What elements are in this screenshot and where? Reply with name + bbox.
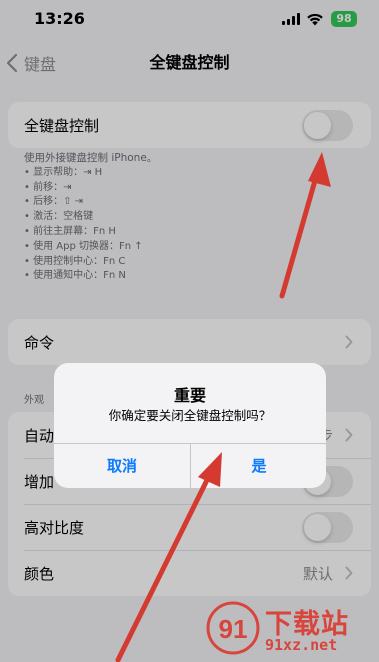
brand-url: 91xz.net <box>265 636 338 654</box>
annotation-arrows <box>115 152 331 662</box>
brand-logo-icon: 91 <box>206 601 260 655</box>
brand-logo-text: 91 <box>219 614 248 644</box>
site-watermark: 91 下载站 91xz.net <box>205 600 375 656</box>
annotation-arrow-toggle <box>279 152 331 299</box>
